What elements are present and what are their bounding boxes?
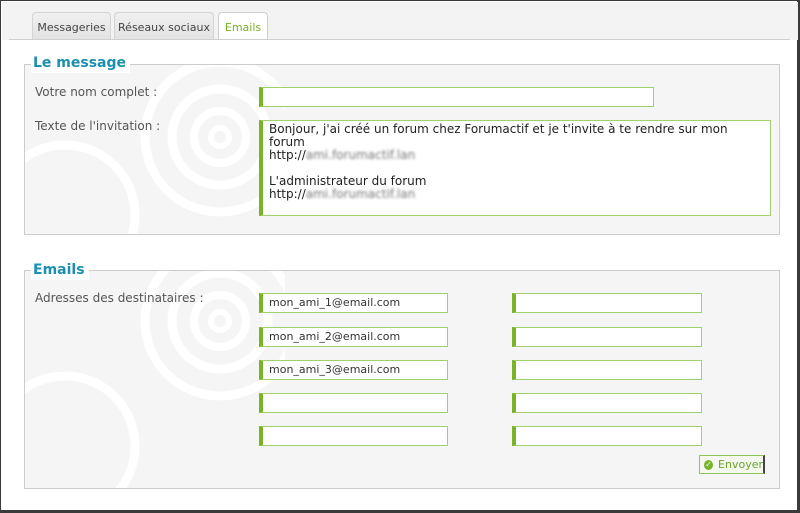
url-prefix: http:// bbox=[269, 187, 306, 201]
email-input[interactable]: mon_ami_1@email.com bbox=[259, 293, 448, 313]
send-button[interactable]: ✓ Envoyer bbox=[699, 455, 765, 474]
tab-bar: Messageries Réseaux sociaux Emails bbox=[2, 2, 798, 42]
name-label: Votre nom complet : bbox=[35, 85, 158, 99]
email-input[interactable] bbox=[259, 426, 448, 446]
email-input[interactable]: mon_ami_2@email.com bbox=[259, 327, 448, 347]
message-fieldset: Votre nom complet : Texte de l'invitatio… bbox=[24, 64, 780, 235]
invitation-line: Bonjour, j'ai créé un forum chez Forumac… bbox=[269, 122, 728, 149]
tab-label: Emails bbox=[224, 21, 262, 34]
check-icon: ✓ bbox=[704, 459, 714, 470]
email-input[interactable] bbox=[512, 426, 702, 446]
tab-emails[interactable]: Emails bbox=[218, 12, 268, 42]
tab-reseaux-sociaux[interactable]: Réseaux sociaux bbox=[114, 12, 214, 41]
blurred-forum-url: ami.forumactif.lan bbox=[305, 187, 416, 201]
email-input[interactable] bbox=[259, 393, 448, 413]
send-label: Envoyer bbox=[718, 458, 763, 471]
tab-label: Réseaux sociaux bbox=[118, 20, 210, 34]
email-input[interactable] bbox=[512, 293, 702, 313]
message-legend: Le message bbox=[31, 53, 131, 73]
recipients-label: Adresses des destinataires : bbox=[35, 291, 204, 305]
blurred-forum-url: ami.forumactif.lan bbox=[305, 148, 416, 162]
tab-messageries[interactable]: Messageries bbox=[32, 12, 111, 41]
invitation-textarea[interactable]: Bonjour, j'ai créé un forum chez Forumac… bbox=[259, 120, 771, 216]
tab-label: Messageries bbox=[37, 20, 106, 34]
invitation-label: Texte de l'invitation : bbox=[35, 119, 161, 133]
emails-fieldset: Adresses des destinataires : mon_ami_1@e… bbox=[24, 270, 780, 489]
email-input[interactable] bbox=[512, 327, 702, 347]
window-frame: Messageries Réseaux sociaux Emails Votre… bbox=[0, 0, 800, 513]
tab-content: Votre nom complet : Texte de l'invitatio… bbox=[9, 39, 790, 504]
emails-legend: Emails bbox=[31, 260, 89, 280]
invitation-line: http://ami.forumactif.lan bbox=[269, 149, 764, 162]
url-prefix: http:// bbox=[269, 148, 306, 162]
email-input[interactable] bbox=[512, 360, 702, 380]
email-input[interactable]: mon_ami_3@email.com bbox=[259, 360, 448, 380]
email-input[interactable] bbox=[512, 393, 702, 413]
invitation-line: http://ami.forumactif.lan bbox=[269, 188, 764, 201]
name-field[interactable] bbox=[259, 87, 654, 107]
